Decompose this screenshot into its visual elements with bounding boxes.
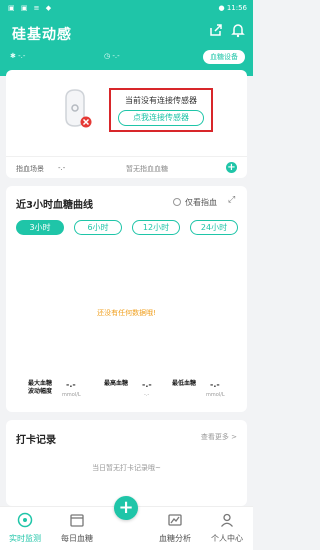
tab-label: 血糖分析 xyxy=(159,534,191,543)
status-left: ▣ ▣ ≡ ◆ xyxy=(8,4,54,12)
stat-name-2: 波动幅度 xyxy=(28,388,53,395)
app-title: 硅基动感 xyxy=(12,27,72,43)
time-status: ◷ -.- xyxy=(104,52,120,60)
bluetooth-icon: ✱ xyxy=(10,52,16,60)
fingerstick-empty: 暂无指血血糖 xyxy=(126,165,168,173)
clock-icon: ◷ xyxy=(104,52,111,60)
stat-lowest: 最低血糖 -.- mmol/L xyxy=(172,380,225,398)
bell-icon[interactable] xyxy=(230,22,246,38)
stat-value: -.- xyxy=(66,380,76,389)
checkin-more-link[interactable]: 查看更多 > xyxy=(201,432,237,442)
sensor-status-box: 当前没有连接传感器 点我连接传感器 xyxy=(109,88,213,132)
tab-12h[interactable]: 12小时 xyxy=(132,220,180,235)
monitor-icon xyxy=(17,512,33,528)
sensor-card: 当前没有连接传感器 点我连接传感器 指血场景 -.- 暂无指血血糖 + xyxy=(6,70,247,178)
tab-3h[interactable]: 3小时 xyxy=(16,220,64,235)
tab-analysis[interactable]: 血糖分析 xyxy=(150,507,200,550)
stat-value: -.- xyxy=(210,380,220,389)
fingerstick-label: 指血场景 xyxy=(16,165,44,173)
user-icon xyxy=(221,513,233,527)
chart-icon xyxy=(168,514,182,526)
only-finger-radio[interactable] xyxy=(173,198,181,206)
tab-daily[interactable]: 每日血糖 xyxy=(52,507,102,550)
status-bar: ▣ ▣ ≡ ◆ ● 11:56 xyxy=(0,0,253,16)
stat-unit: -.- xyxy=(144,392,150,398)
stat-highest: 最高血糖 -.- -.- xyxy=(104,380,152,398)
expand-icon[interactable]: ⤢ xyxy=(228,195,235,205)
stat-unit: mmol/L xyxy=(62,392,81,398)
glucose-curve-card: 近3小时血糖曲线 仅看指血 ⤢ 3小时 6小时 12小时 24小时 还没有任何数… xyxy=(6,186,247,412)
sensor-device-icon xyxy=(65,89,92,128)
connect-sensor-button[interactable]: 点我连接传感器 xyxy=(118,110,204,126)
stat-value: -.- xyxy=(142,380,152,389)
no-data-text: 还没有任何数据哦! xyxy=(97,309,156,317)
stat-max-fluctuation: 最大血糖 波动幅度 -.- mmol/L xyxy=(28,380,81,398)
tab-realtime[interactable]: 实时监测 xyxy=(0,507,50,550)
tab-profile[interactable]: 个人中心 xyxy=(202,507,252,550)
glucose-device-button[interactable]: 血糖设备 xyxy=(203,50,245,64)
checkin-empty: 当日暂无打卡记录哦~ xyxy=(92,464,161,472)
calendar-icon xyxy=(70,514,84,527)
tab-label: 实时监测 xyxy=(9,534,41,543)
bluetooth-value: -.- xyxy=(18,52,26,60)
sensor-status-text: 当前没有连接传感器 xyxy=(125,96,197,105)
add-fingerstick-button[interactable]: + xyxy=(226,162,237,173)
stat-name: 最高血糖 xyxy=(104,380,129,387)
tab-label: 个人中心 xyxy=(211,534,243,543)
tab-6h[interactable]: 6小时 xyxy=(74,220,122,235)
tab-label: 每日血糖 xyxy=(61,534,93,543)
checkin-title: 打卡记录 xyxy=(16,435,56,446)
curve-title: 近3小时血糖曲线 xyxy=(16,200,93,211)
fingerstick-row: 指血场景 -.- 暂无指血血糖 + xyxy=(6,156,247,178)
stat-unit: mmol/L xyxy=(206,392,225,398)
fingerstick-value: -.- xyxy=(58,164,66,172)
stat-name: 最低血糖 xyxy=(172,380,197,387)
only-finger-label[interactable]: 仅看指血 xyxy=(185,197,217,208)
status-clock: ● 11:56 xyxy=(218,4,247,12)
bluetooth-status: ✱ -.- xyxy=(10,52,25,60)
add-button[interactable]: + xyxy=(114,496,138,520)
checkin-card: 打卡记录 查看更多 > 当日暂无打卡记录哦~ xyxy=(6,420,247,506)
tab-24h[interactable]: 24小时 xyxy=(190,220,238,235)
share-icon[interactable] xyxy=(208,22,224,38)
time-value: -.- xyxy=(112,52,120,60)
app-header: ▣ ▣ ≡ ◆ ● 11:56 硅基动感 ✱ -.- ◷ -.- 血糖设备 xyxy=(0,0,253,76)
stat-name: 最大血糖 xyxy=(28,380,53,387)
